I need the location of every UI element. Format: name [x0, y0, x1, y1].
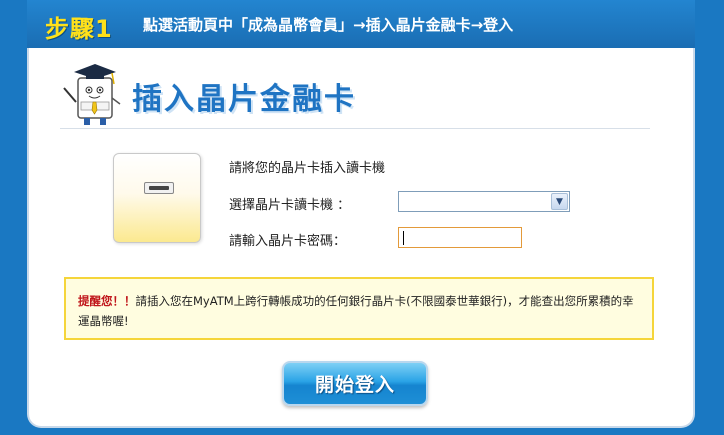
reader-select[interactable]: ▼ — [398, 191, 570, 212]
card-reader-icon — [113, 153, 201, 243]
chevron-down-icon[interactable]: ▼ — [551, 193, 568, 210]
step-badge: 步驟1 — [45, 15, 113, 43]
notice-body: 請插入您在MyATM上跨行轉帳成功的任何銀行晶片卡(不限國泰世華銀行)，才能查出… — [78, 294, 634, 328]
text-caret — [403, 231, 404, 245]
notice-box: 提醒您！！請插入您在MyATM上跨行轉帳成功的任何銀行晶片卡(不限國泰世華銀行)… — [64, 277, 654, 340]
card-slot-icon — [144, 182, 174, 194]
login-button-label: 開始登入 — [314, 374, 395, 396]
title-divider — [60, 128, 650, 129]
insert-card-prompt: 請將您的晶片卡插入讀卡機 — [229, 161, 386, 176]
pin-input[interactable] — [398, 227, 522, 248]
pin-label: 請輸入晶片卡密碼： — [229, 234, 347, 249]
step-bar: 步驟1 點選活動頁中「成為晶幣會員」→插入晶片金融卡→登入 — [27, 0, 695, 48]
graduate-card-mascot-icon — [63, 64, 121, 125]
reader-select-label: 選擇晶片卡讀卡機 ： — [229, 198, 351, 213]
section-header: 插入晶片金融卡 — [60, 56, 400, 126]
step-instruction: 點選活動頁中「成為晶幣會員」→插入晶片金融卡→登入 — [143, 16, 514, 34]
page-title: 插入晶片金融卡 — [132, 82, 356, 117]
notice-heading: 提醒您！！ — [78, 294, 136, 308]
page-frame: 步驟1 點選活動頁中「成為晶幣會員」→插入晶片金融卡→登入 插入晶片金融卡 請將… — [0, 0, 724, 435]
login-button[interactable]: 開始登入 — [282, 361, 428, 406]
